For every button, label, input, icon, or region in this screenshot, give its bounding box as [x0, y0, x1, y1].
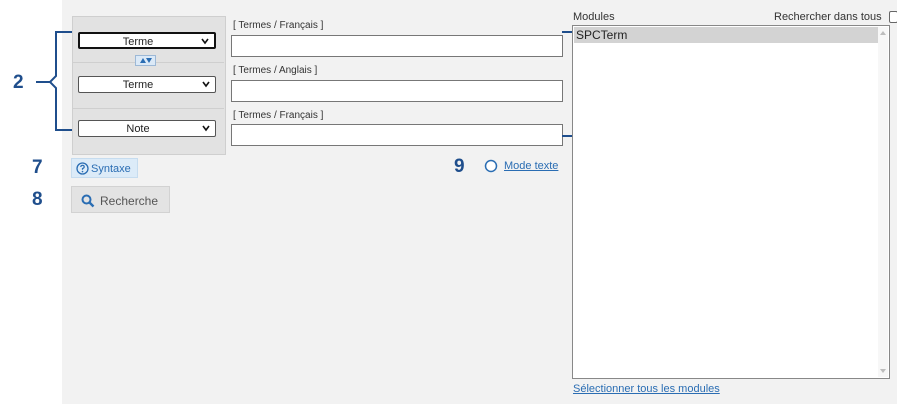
modules-scrollbar[interactable] — [878, 27, 888, 377]
modules-list[interactable]: SPCTerm — [572, 25, 890, 379]
search-icon — [81, 194, 95, 208]
field-select-1-value: Terme — [122, 36, 154, 48]
field-select-2[interactable]: Terme — [78, 76, 216, 93]
separator — [73, 108, 224, 109]
chevron-down-icon — [202, 125, 210, 132]
search-button[interactable]: Recherche — [71, 186, 170, 213]
search-label: Recherche — [100, 194, 159, 208]
field-select-3-value: Note — [126, 123, 150, 135]
search-all-label: Rechercher dans tous — [774, 11, 882, 23]
field-select-3[interactable]: Note — [78, 120, 216, 137]
scroll-up-icon[interactable] — [880, 30, 886, 35]
callout-8: 8 — [32, 189, 43, 210]
mode-texte-link[interactable]: Mode texte — [504, 160, 558, 172]
field-label-3: [ Termes / Français ] — [233, 110, 324, 121]
swap-arrows-icon — [140, 58, 152, 63]
term-input-3[interactable] — [231, 124, 563, 146]
swap-rows-button[interactable] — [135, 55, 156, 66]
left-bracket-callout — [36, 31, 72, 131]
chevron-down-icon — [201, 38, 209, 45]
field-label-2: [ Termes / Anglais ] — [233, 65, 318, 76]
syntax-help-button[interactable]: Syntaxe — [71, 158, 138, 178]
field-select-1[interactable]: Terme — [78, 32, 216, 49]
callout-2: 2 — [13, 72, 24, 93]
callout-7: 7 — [32, 157, 43, 178]
field-select-2-value: Terme — [122, 79, 154, 91]
help-icon — [76, 162, 89, 175]
module-item[interactable]: SPCTerm — [574, 27, 886, 43]
field-label-1: [ Termes / Français ] — [233, 20, 324, 31]
chevron-down-icon — [202, 81, 210, 88]
radio-icon[interactable] — [484, 159, 498, 173]
select-all-modules-link[interactable]: Sélectionner tous les modules — [573, 383, 720, 395]
term-input-1[interactable] — [231, 35, 563, 57]
search-all-checkbox[interactable] — [889, 11, 897, 23]
syntax-label: Syntaxe — [91, 163, 131, 175]
callout-9: 9 — [454, 156, 465, 177]
scroll-down-icon[interactable] — [880, 369, 886, 374]
term-input-2[interactable] — [231, 80, 563, 102]
modules-title: Modules — [573, 11, 615, 23]
